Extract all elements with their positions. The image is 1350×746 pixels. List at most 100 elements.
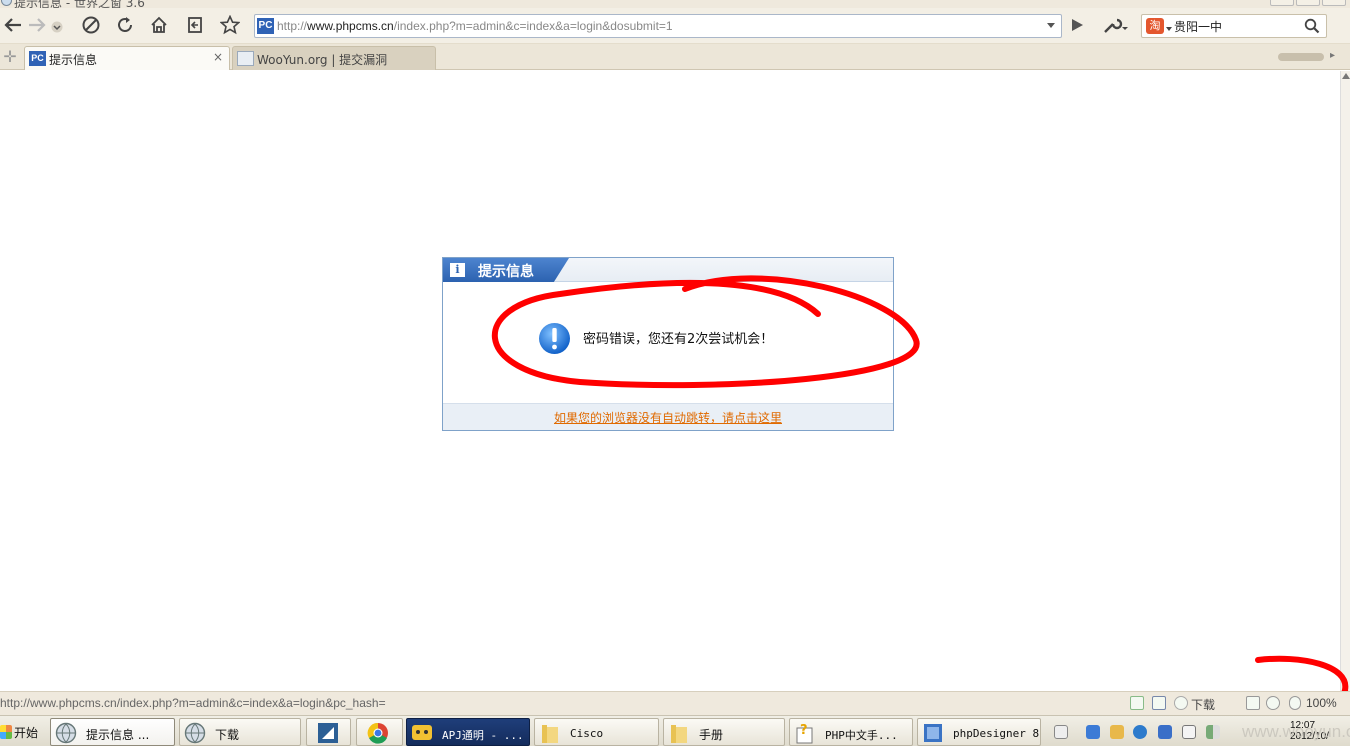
taskbar-label: 手册 bbox=[699, 728, 724, 742]
page-info-icon[interactable] bbox=[1130, 696, 1144, 710]
taskbar-label: 下载 bbox=[215, 728, 240, 742]
taskbar-item-phpdesigner[interactable]: phpDesigner 8 bbox=[917, 718, 1041, 746]
folder-icon bbox=[542, 725, 558, 743]
new-tab-button[interactable]: ✛ bbox=[2, 47, 18, 66]
usb-icon[interactable] bbox=[1182, 725, 1196, 739]
taskbar-item-download[interactable]: 下载 bbox=[179, 718, 301, 746]
address-dropdown-icon[interactable] bbox=[1047, 23, 1055, 28]
refresh-button[interactable] bbox=[112, 12, 138, 38]
taskbar-label: APJ通明 - ... bbox=[442, 729, 524, 742]
home-icon bbox=[151, 16, 167, 33]
favorite-button[interactable] bbox=[217, 12, 243, 38]
watermark: www.wooyun.org bbox=[1242, 722, 1350, 741]
taskbar-item-php-manual[interactable]: ? PHP中文手... bbox=[789, 718, 913, 746]
messenger-icon[interactable] bbox=[1110, 725, 1124, 739]
windows-flag-icon bbox=[0, 725, 12, 739]
play-icon bbox=[1072, 19, 1083, 31]
taskbar-item-notepad[interactable] bbox=[306, 718, 351, 746]
dialog-header: i 提示信息 bbox=[443, 258, 893, 282]
scroll-up-arrow-icon[interactable] bbox=[1342, 73, 1350, 79]
engine-dropdown-icon[interactable] bbox=[1166, 27, 1172, 31]
search-engine-icon[interactable]: 淘 bbox=[1146, 18, 1164, 34]
zoom-level[interactable]: 100% bbox=[1306, 696, 1337, 710]
tab-close-icon[interactable]: × bbox=[213, 50, 223, 64]
back-arrow-icon bbox=[4, 18, 21, 32]
tab-wooyun[interactable]: WooYun.org | 提交漏洞 bbox=[232, 46, 436, 70]
vertical-scrollbar[interactable] bbox=[1340, 71, 1350, 691]
exclamation-icon bbox=[539, 323, 570, 354]
window-icon[interactable] bbox=[1246, 696, 1260, 710]
maximize-button[interactable] bbox=[1296, 0, 1320, 6]
search-box[interactable]: 淘 bbox=[1141, 14, 1327, 38]
history-dropdown-button[interactable] bbox=[50, 20, 64, 34]
home-button[interactable] bbox=[146, 12, 172, 38]
address-bar[interactable]: PC http://www.phpcms.cn/index.php?m=admi… bbox=[254, 14, 1062, 38]
forward-button[interactable] bbox=[24, 12, 50, 38]
back-button[interactable] bbox=[0, 12, 26, 38]
tab-list-chevron-icon[interactable]: ▸ bbox=[1330, 50, 1335, 61]
notepad-icon bbox=[318, 723, 338, 743]
dialog-message: 密码错误，您还有2次尝试机会！ bbox=[583, 332, 774, 347]
globe-icon bbox=[184, 722, 206, 744]
search-button[interactable] bbox=[1300, 16, 1324, 36]
help-icon: ? bbox=[796, 723, 813, 744]
refresh-icon bbox=[118, 17, 132, 32]
start-button[interactable]: 开始 bbox=[0, 718, 40, 746]
network-icon[interactable] bbox=[1086, 725, 1100, 739]
browser-globe-icon bbox=[1, 0, 12, 6]
taskbar-label: 提示信息 ... bbox=[86, 728, 150, 742]
site-favicon: PC bbox=[257, 18, 274, 34]
star-icon bbox=[220, 15, 240, 35]
designer-icon bbox=[924, 724, 942, 742]
zoom-icon[interactable] bbox=[1289, 696, 1301, 710]
tab-strip: ✛ PC 提示信息 × WooYun.org | 提交漏洞 ▸ bbox=[0, 44, 1350, 70]
key-icon[interactable] bbox=[1152, 696, 1166, 710]
dialog-footer: 如果您的浏览器没有自动跳转，请点击这里 bbox=[443, 403, 893, 430]
status-bar: http://www.phpcms.cn/index.php?m=admin&c… bbox=[0, 691, 1350, 715]
svg-text:?: ? bbox=[800, 723, 808, 738]
chevron-down-icon bbox=[51, 21, 63, 33]
tab-scroll-handle[interactable] bbox=[1278, 53, 1324, 61]
taskbar-label: PHP中文手... bbox=[825, 729, 898, 742]
search-input[interactable] bbox=[1174, 17, 1294, 35]
navigation-toolbar: PC http://www.phpcms.cn/index.php?m=admi… bbox=[0, 8, 1350, 44]
shield-icon[interactable] bbox=[1158, 725, 1172, 739]
taskbar-label: phpDesigner 8 bbox=[953, 727, 1040, 740]
tab-label: WooYun.org | 提交漏洞 bbox=[257, 53, 388, 67]
user-icon[interactable] bbox=[1174, 696, 1188, 710]
tab-label: 提示信息 bbox=[49, 53, 98, 67]
window-controls[interactable] bbox=[1270, 0, 1346, 6]
taskbar-item-apj[interactable]: APJ通明 - ... bbox=[406, 718, 530, 746]
chrome-icon bbox=[367, 722, 388, 744]
taskbar-item-cisco[interactable]: Cisco bbox=[534, 718, 659, 746]
keyboard-icon[interactable] bbox=[1054, 725, 1068, 739]
restore-icon bbox=[188, 17, 202, 33]
close-window-button[interactable] bbox=[1322, 0, 1346, 6]
start-label: 开始 bbox=[14, 725, 39, 740]
taskbar-item-manual[interactable]: 手册 bbox=[663, 718, 785, 746]
go-button[interactable] bbox=[1064, 12, 1090, 38]
globe-icon bbox=[55, 722, 77, 744]
minimize-button[interactable] bbox=[1270, 0, 1294, 6]
volume-icon[interactable] bbox=[1266, 696, 1280, 710]
stop-button[interactable] bbox=[78, 12, 104, 38]
signal-icon[interactable] bbox=[1206, 725, 1220, 739]
tab-favicon: PC bbox=[29, 51, 46, 66]
redirect-link[interactable]: 如果您的浏览器没有自动跳转，请点击这里 bbox=[554, 409, 782, 426]
restore-tab-button[interactable] bbox=[182, 12, 208, 38]
tools-button[interactable] bbox=[1098, 12, 1132, 38]
folder-icon bbox=[671, 725, 687, 743]
ie-icon[interactable] bbox=[1133, 725, 1147, 739]
dialog-body: 密码错误，您还有2次尝试机会！ bbox=[443, 283, 893, 403]
tab-prompt-info[interactable]: PC 提示信息 × bbox=[24, 46, 230, 70]
taskbar-item-browser[interactable]: 提示信息 ... bbox=[50, 718, 175, 746]
download-label[interactable]: 下载 bbox=[1191, 696, 1215, 713]
address-text[interactable]: http://www.phpcms.cn/index.php?m=admin&c… bbox=[277, 19, 673, 33]
window-titlebar: 提示信息 - 世界之窗 3.6 bbox=[0, 0, 1350, 8]
page-content: i 提示信息 密码错误，您还有2次尝试机会！ 如果您的浏览器没有自动跳转，请点击… bbox=[0, 71, 1340, 691]
windows-taskbar: 开始 提示信息 ... 下载 APJ通明 - ... Cisco 手册 ? PH… bbox=[0, 715, 1350, 746]
taskbar-item-chrome[interactable] bbox=[356, 718, 403, 746]
dialog-title: 提示信息 bbox=[478, 264, 534, 280]
stop-icon bbox=[82, 16, 100, 34]
search-icon bbox=[1304, 18, 1320, 34]
